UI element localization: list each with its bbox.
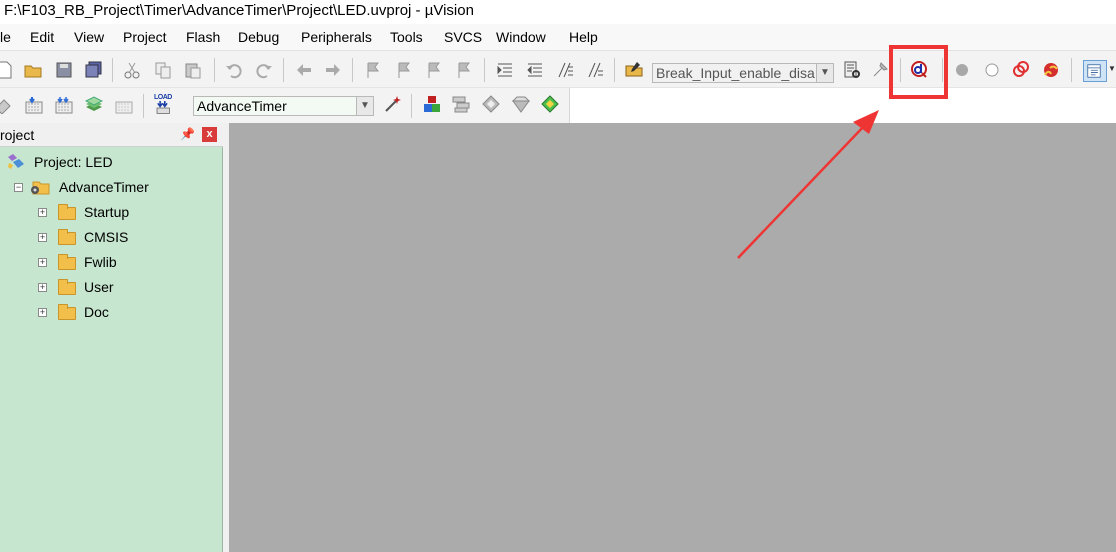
tree-group-label: CMSIS xyxy=(84,229,129,245)
build-icon[interactable] xyxy=(25,96,43,114)
expand-icon[interactable]: + xyxy=(38,308,47,317)
project-panel-header: roject 📌 x xyxy=(0,123,223,147)
pin-icon[interactable]: 📌 xyxy=(180,127,195,141)
manage-components-icon[interactable] xyxy=(423,95,441,113)
configure-icon[interactable] xyxy=(871,61,889,79)
folder-icon xyxy=(58,229,76,245)
translate-icon[interactable] xyxy=(0,96,12,114)
rebuild-icon[interactable] xyxy=(55,96,73,114)
tree-root-label: Project: LED xyxy=(34,154,113,170)
file-toolbar: Break_Input_enable_disa ▼ ▼ xyxy=(0,51,1116,88)
menu-svcs[interactable]: SVCS xyxy=(444,29,482,45)
menu-peripherals[interactable]: Peripherals xyxy=(301,29,372,45)
tree-group-label: Startup xyxy=(84,204,130,220)
menu-file[interactable]: le xyxy=(0,29,11,45)
window-title: F:\F103_RB_Project\Timer\AdvanceTimer\Pr… xyxy=(0,0,1116,24)
breakpoint-kill-all-icon[interactable] xyxy=(1042,60,1060,78)
batch-build-icon[interactable] xyxy=(85,96,103,114)
expand-icon[interactable]: + xyxy=(38,208,47,217)
target-options-icon[interactable] xyxy=(384,95,402,113)
bookmark-icon[interactable] xyxy=(364,61,382,79)
menu-debug[interactable]: Debug xyxy=(238,29,279,45)
project-panel-title: roject xyxy=(0,127,35,143)
open-folder-icon[interactable] xyxy=(24,61,42,79)
breakpoint-disable-all-icon[interactable] xyxy=(1012,60,1030,78)
expand-icon[interactable]: + xyxy=(38,233,47,242)
manage-packs-icon[interactable] xyxy=(482,95,500,113)
collapse-icon[interactable]: − xyxy=(14,183,23,192)
bookmark-prev-icon[interactable] xyxy=(395,61,413,79)
folder-icon xyxy=(58,304,76,320)
menu-help[interactable]: Help xyxy=(569,29,598,45)
tree-group-label: Doc xyxy=(84,304,109,320)
folder-icon xyxy=(58,204,76,220)
comment-icon[interactable] xyxy=(556,61,574,79)
target-combo-value: AdvanceTimer xyxy=(197,98,287,114)
toolbar-empty-area xyxy=(570,88,1116,123)
menu-window[interactable]: Window xyxy=(496,29,546,45)
tree-group-label: User xyxy=(84,279,114,295)
menu-view[interactable]: View xyxy=(74,29,104,45)
uncomment-icon[interactable] xyxy=(586,61,604,79)
find-combo[interactable]: Break_Input_enable_disa ▼ xyxy=(652,63,834,83)
menu-tools[interactable]: Tools xyxy=(390,29,423,45)
target-folder-icon xyxy=(29,179,51,195)
breakpoint-enable-icon[interactable] xyxy=(983,61,1001,79)
toolbar-separator xyxy=(614,58,615,82)
copy-icon[interactable] xyxy=(154,61,172,79)
find-in-files-icon[interactable] xyxy=(625,60,643,78)
paste-icon[interactable] xyxy=(184,61,202,79)
undo-icon[interactable] xyxy=(225,61,243,79)
download-icon[interactable]: LOAD xyxy=(154,94,176,116)
menu-edit[interactable]: Edit xyxy=(30,29,54,45)
load-label: LOAD xyxy=(154,94,172,101)
save-icon[interactable] xyxy=(55,61,73,79)
save-all-icon[interactable] xyxy=(85,61,103,79)
editor-area[interactable] xyxy=(229,123,1116,552)
target-combo[interactable]: AdvanceTimer ▼ xyxy=(193,96,374,116)
file-extensions-icon[interactable] xyxy=(452,95,470,113)
menu-bar: le Edit View Project Flash Debug Periphe… xyxy=(0,24,1116,51)
expand-icon[interactable]: + xyxy=(38,258,47,267)
unindent-icon[interactable] xyxy=(526,61,544,79)
toolbar-separator xyxy=(143,94,144,118)
chevron-down-icon[interactable]: ▼ xyxy=(816,64,833,82)
project-panel: roject 📌 x Project: LED − AdvanceTimer +… xyxy=(0,123,223,552)
toolbar-separator xyxy=(484,58,485,82)
project-icon xyxy=(6,153,26,171)
annotation-highlight-box xyxy=(889,45,948,99)
cut-icon[interactable] xyxy=(123,61,141,79)
navigate-back-icon[interactable] xyxy=(295,61,313,79)
toolbar-separator xyxy=(283,58,284,82)
navigate-forward-icon[interactable] xyxy=(324,61,342,79)
dropdown-arrow-icon[interactable]: ▼ xyxy=(1108,65,1116,73)
close-panel-button[interactable]: x xyxy=(202,127,217,142)
menu-flash[interactable]: Flash xyxy=(186,29,220,45)
new-file-icon[interactable] xyxy=(0,61,14,79)
chevron-down-icon[interactable]: ▼ xyxy=(356,97,373,115)
expand-icon[interactable]: + xyxy=(38,283,47,292)
find-combo-value: Break_Input_enable_disa xyxy=(656,65,815,81)
stop-build-icon[interactable] xyxy=(115,96,133,114)
menu-project[interactable]: Project xyxy=(123,29,167,45)
indent-icon[interactable] xyxy=(496,61,514,79)
bookmark-clear-icon[interactable] xyxy=(455,61,473,79)
toolbar-separator xyxy=(1071,58,1072,82)
toolbar-separator xyxy=(352,58,353,82)
breakpoint-insert-icon[interactable] xyxy=(953,61,971,79)
window-layout-icon[interactable] xyxy=(1083,60,1107,82)
incremental-find-icon[interactable] xyxy=(843,61,861,79)
toolbar-separator xyxy=(112,58,113,82)
folder-icon xyxy=(58,279,76,295)
toolbar-separator xyxy=(411,94,412,118)
tree-target-label: AdvanceTimer xyxy=(59,179,149,195)
tree-group-label: Fwlib xyxy=(84,254,117,270)
toolbar-separator xyxy=(214,58,215,82)
folder-icon xyxy=(58,254,76,270)
build-toolbar: LOAD AdvanceTimer ▼ xyxy=(0,88,570,123)
select-packs-icon[interactable] xyxy=(512,95,530,113)
redo-icon[interactable] xyxy=(255,61,273,79)
bookmark-next-icon[interactable] xyxy=(425,61,443,79)
pack-installer-icon[interactable] xyxy=(541,95,559,113)
